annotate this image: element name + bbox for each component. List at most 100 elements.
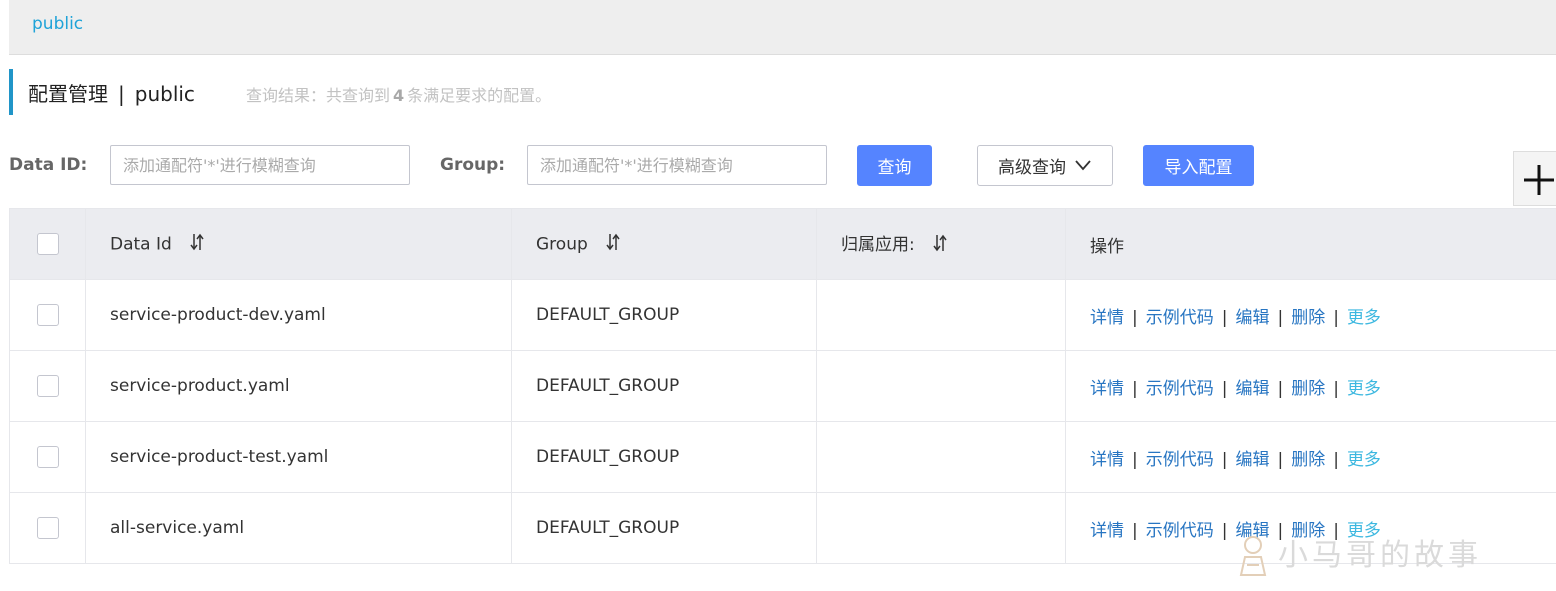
import-config-button[interactable]: 导入配置: [1143, 145, 1254, 186]
action-separator: |: [1132, 307, 1138, 328]
column-header-label: 归属应用:: [841, 235, 915, 256]
detail-link[interactable]: 详情: [1090, 379, 1124, 399]
action-separator: |: [1333, 307, 1339, 328]
more-link[interactable]: 更多: [1347, 379, 1381, 399]
import-config-label: 导入配置: [1164, 158, 1233, 178]
actions-cell: 详情 | 示例代码 | 编辑 | 删除 | 更多: [1065, 279, 1556, 351]
action-separator: |: [1132, 378, 1138, 399]
app-cell: [816, 279, 1066, 351]
sample-code-link[interactable]: 示例代码: [1146, 521, 1214, 541]
table-row: service-product.yaml DEFAULT_GROUP 详情 | 示例…: [9, 350, 1556, 422]
namespace-tab-public[interactable]: public: [32, 14, 83, 34]
group-cell: DEFAULT_GROUP: [511, 279, 817, 351]
detail-link[interactable]: 详情: [1090, 308, 1124, 328]
sort-arrows-icon[interactable]: [932, 233, 948, 258]
group-cell: DEFAULT_GROUP: [511, 421, 817, 493]
delete-link[interactable]: 删除: [1291, 379, 1325, 399]
group-cell: DEFAULT_GROUP: [511, 350, 817, 422]
detail-link[interactable]: 详情: [1090, 450, 1124, 470]
data-id-cell: service-product-test.yaml: [85, 421, 512, 493]
action-separator: |: [1333, 378, 1339, 399]
sample-code-link[interactable]: 示例代码: [1146, 379, 1214, 399]
action-separator: |: [1132, 520, 1138, 541]
row-checkbox[interactable]: [36, 375, 59, 397]
action-separator: |: [1221, 378, 1228, 399]
column-header-data-id: Data Id: [85, 208, 512, 280]
delete-link[interactable]: 删除: [1291, 450, 1325, 470]
edit-link[interactable]: 编辑: [1235, 379, 1269, 399]
action-separator: |: [1221, 520, 1228, 541]
action-separator: |: [1277, 307, 1284, 328]
page-title-label: 配置管理: [28, 82, 108, 106]
action-separator: |: [1221, 307, 1228, 328]
column-header-group: Group: [511, 208, 817, 280]
data-id-cell: all-service.yaml: [85, 492, 512, 564]
sample-code-link[interactable]: 示例代码: [1146, 450, 1214, 470]
column-header-label: 操作: [1090, 236, 1124, 257]
data-id-cell: service-product.yaml: [85, 350, 512, 422]
select-all-cell: [9, 208, 86, 280]
select-all-checkbox[interactable]: [36, 233, 59, 255]
chevron-down-icon: [1074, 156, 1092, 176]
sort-arrows-icon[interactable]: [605, 232, 621, 257]
table-row: service-product-test.yaml DEFAULT_GROUP …: [9, 421, 1556, 493]
column-header-actions: 操作: [1065, 208, 1556, 280]
query-result-suffix: 条满足要求的配置。: [407, 86, 552, 105]
delete-link[interactable]: 删除: [1291, 308, 1325, 328]
advanced-query-button[interactable]: 高级查询: [977, 145, 1113, 186]
row-checkbox[interactable]: [36, 304, 59, 326]
app-cell: [816, 350, 1066, 422]
sample-code-link[interactable]: 示例代码: [1146, 308, 1214, 328]
row-select-cell: [9, 279, 86, 351]
row-select-cell: [9, 350, 86, 422]
column-header-label: Group: [536, 234, 588, 254]
config-table: Data Id Group 归属应用: 操作 service-product-d…: [9, 208, 1556, 564]
actions-cell: 详情 | 示例代码 | 编辑 | 删除 | 更多: [1065, 421, 1556, 493]
table-header-row: Data Id Group 归属应用: 操作: [9, 208, 1556, 280]
title-separator: |: [118, 82, 125, 106]
watermark-text: 小马哥的故事: [1278, 538, 1482, 573]
data-id-cell: service-product-dev.yaml: [85, 279, 512, 351]
actions-cell: 详情 | 示例代码 | 编辑 | 删除 | 更多: [1065, 350, 1556, 422]
query-result-prefix: 查询结果：共查询到: [246, 86, 391, 105]
column-header-app: 归属应用:: [816, 208, 1066, 280]
person-logo-icon: [1239, 536, 1267, 576]
advanced-query-label: 高级查询: [998, 158, 1066, 178]
query-result-count: 4: [393, 86, 405, 105]
more-link[interactable]: 更多: [1347, 450, 1381, 470]
query-button-label: 查询: [877, 158, 912, 178]
column-header-label: Data Id: [110, 234, 172, 254]
data-id-label: Data ID:: [9, 155, 88, 175]
query-result-summary: 查询结果：共查询到 4 条满足要求的配置。: [246, 82, 551, 106]
config-management-page: public 配置管理 | public 查询结果：共查询到 4 条满足要求的配置。 D…: [0, 0, 1556, 591]
action-separator: |: [1132, 449, 1138, 470]
title-accent-bar: [9, 69, 13, 115]
app-cell: [816, 492, 1066, 564]
data-id-input[interactable]: [110, 145, 410, 185]
app-cell: [816, 421, 1066, 493]
row-select-cell: [9, 492, 86, 564]
row-checkbox[interactable]: [36, 517, 59, 539]
page-title: 配置管理 | public: [28, 78, 195, 107]
namespace-bar: public: [9, 0, 1556, 55]
edit-link[interactable]: 编辑: [1235, 450, 1269, 470]
row-checkbox[interactable]: [36, 446, 59, 468]
action-separator: |: [1277, 449, 1284, 470]
group-cell: DEFAULT_GROUP: [511, 492, 817, 564]
group-input[interactable]: [527, 145, 827, 185]
action-separator: |: [1277, 378, 1284, 399]
detail-link[interactable]: 详情: [1090, 521, 1124, 541]
action-separator: |: [1333, 449, 1339, 470]
edit-link[interactable]: 编辑: [1235, 308, 1269, 328]
action-separator: |: [1221, 449, 1228, 470]
query-button[interactable]: 查询: [857, 145, 932, 186]
table-row: service-product-dev.yaml DEFAULT_GROUP 详…: [9, 279, 1556, 351]
add-config-button[interactable]: [1513, 151, 1556, 206]
sort-arrows-icon[interactable]: [189, 232, 205, 257]
plus-icon: [1524, 165, 1554, 195]
row-select-cell: [9, 421, 86, 493]
page-title-namespace: public: [134, 82, 195, 106]
group-label: Group:: [440, 155, 506, 175]
page-header: 配置管理 | public 查询结果：共查询到 4 条满足要求的配置。: [9, 69, 1556, 115]
more-link[interactable]: 更多: [1347, 308, 1381, 328]
